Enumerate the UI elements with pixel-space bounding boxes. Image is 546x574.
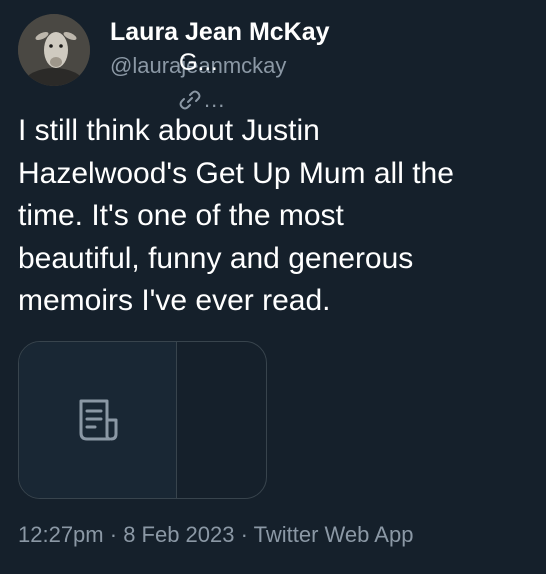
author-name[interactable]: Laura Jean McKay xyxy=(110,16,330,48)
card-link-row[interactable]: ... xyxy=(179,86,225,114)
separator-dot: · xyxy=(234,522,254,547)
tweet-time[interactable]: 12:27pm xyxy=(18,522,104,547)
tweet-text: I still think about Justin Hazelwood's G… xyxy=(18,110,528,323)
separator-dot: · xyxy=(103,522,124,547)
tweet-text-line: time. It's one of the most xyxy=(18,199,344,232)
avatar[interactable] xyxy=(18,14,90,86)
tweet-date[interactable]: 8 Feb 2023 xyxy=(123,522,234,547)
card-title[interactable]: G... xyxy=(179,48,218,78)
link-icon xyxy=(179,90,201,110)
document-icon xyxy=(79,399,118,441)
tweet-metadata: 12:27pm · 8 Feb 2023 · Twitter Web App xyxy=(18,520,413,550)
tweet: Laura Jean McKay @laurajeanmckay I still… xyxy=(0,0,546,574)
tweet-text-line: Hazelwood's Get Up Mum all the xyxy=(18,156,454,190)
tweet-text-line: beautiful, funny and generous xyxy=(18,241,414,275)
card-media xyxy=(19,342,177,498)
card-domain: ... xyxy=(204,87,226,112)
avatar-photo-icon xyxy=(18,14,90,86)
link-preview-card[interactable] xyxy=(18,341,267,499)
tweet-text-line: I still think about Justin xyxy=(18,114,320,147)
tweet-source[interactable]: Twitter Web App xyxy=(254,522,414,547)
tweet-text-line: memoirs I've ever read. xyxy=(18,284,331,317)
